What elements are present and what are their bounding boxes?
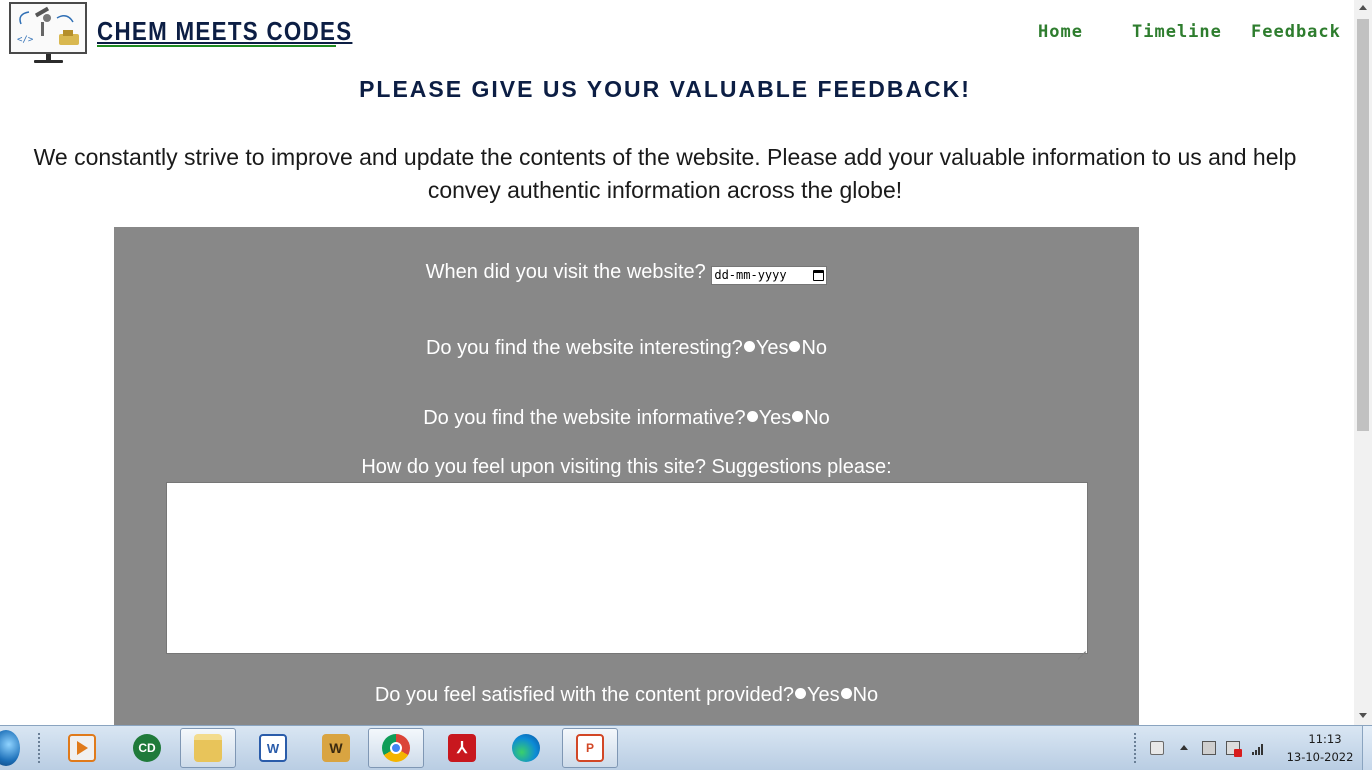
nav-feedback-link[interactable]: Feedback [1251,22,1341,42]
windows-taskbar: CD W W ⅄ P 11:13 13-10-2022 [0,725,1372,770]
logo-monitor-base [34,60,63,63]
intro-paragraph: We constantly strive to improve and upda… [33,144,1297,203]
visit-date-input[interactable]: dd-mm-yyyy [711,266,828,285]
browser-viewport: </> CHEM MEETS CODES Home Timeline Feedb… [0,0,1354,725]
speaker-muted-icon[interactable] [1226,741,1242,757]
resize-grip-icon[interactable] [1078,644,1086,652]
scroll-down-arrow-icon[interactable] [1359,713,1367,718]
acrobat-reader-icon[interactable]: ⅄ [434,728,490,768]
interesting-yes-label[interactable]: Yes [756,337,789,359]
informative-no-label[interactable]: No [804,407,830,429]
folder-icon [194,734,222,762]
satisfied-no-radio[interactable] [840,688,852,699]
site-logo[interactable]: </> [9,2,87,54]
site-title-link[interactable]: CHEM MEETS CODES [97,16,352,47]
feedback-form: When did you visit the website? dd-mm-yy… [114,227,1139,725]
interesting-no-radio[interactable] [789,341,801,352]
satisfied-label: Do you feel satisfied with the content p… [374,684,794,706]
tray-grip[interactable] [1133,732,1137,764]
media-player-glyph [68,734,96,762]
word-glyph: W [322,734,350,762]
signal-bars-icon[interactable] [1251,741,1265,755]
nav-home-link[interactable]: Home [1038,22,1083,42]
interesting-no-label[interactable]: No [801,337,827,359]
clock-date[interactable]: 13-10-2022 [1282,750,1358,764]
logo-illustration: </> [17,6,79,45]
chemdraw-glyph: CD [133,734,161,762]
visit-date-label: When did you visit the website? [425,261,706,283]
visit-date-row: When did you visit the website? dd-mm-yy… [114,261,1139,285]
interesting-yes-radio[interactable] [743,341,755,352]
interesting-row: Do you find the website interesting? Yes N… [114,337,1139,360]
edge-icon[interactable] [498,728,554,768]
satisfied-yes-radio[interactable] [794,688,806,699]
satisfied-row: Do you feel satisfied with the content p… [114,684,1139,707]
informative-no-radio[interactable] [792,411,804,422]
acrobat-glyph: ⅄ [448,734,476,762]
informative-label: Do you find the website informative? [423,407,746,429]
chemdraw-icon[interactable]: CD [119,728,175,768]
show-hidden-icons-icon[interactable] [1180,745,1188,750]
taskbar-grip[interactable] [37,732,41,764]
svg-text:</>: </> [17,35,34,45]
keyboard-icon[interactable] [1150,741,1164,755]
satisfied-no-label[interactable]: No [853,684,879,706]
word-2007-glyph: W [259,734,287,762]
show-desktop-button[interactable] [1362,726,1372,770]
informative-yes-label[interactable]: Yes [759,407,792,429]
word-icon[interactable]: W [308,728,364,768]
network-icon[interactable] [1202,741,1216,755]
interesting-label: Do you find the website interesting? [425,337,743,359]
suggestions-label: How do you feel upon visiting this site?… [361,456,892,478]
title-underline [97,45,336,47]
calendar-icon[interactable] [813,270,825,281]
scrollbar-thumb[interactable] [1357,19,1369,431]
informative-row: Do you find the website informative? Yes N… [114,407,1139,430]
chrome-glyph [382,734,410,762]
date-placeholder: dd-mm-yyyy [714,268,787,282]
file-explorer-icon[interactable] [180,728,236,768]
page-heading: PLEASE GIVE US YOUR VALUABLE FEEDBACK! [359,76,971,102]
nav-timeline-link[interactable]: Timeline [1132,22,1222,42]
informative-yes-radio[interactable] [746,411,758,422]
scroll-up-arrow-icon[interactable] [1359,5,1367,10]
powerpoint-icon[interactable]: P [562,728,618,768]
suggestions-textarea[interactable] [166,482,1088,654]
start-button[interactable] [0,730,20,766]
media-player-icon[interactable] [54,728,110,768]
clock-time[interactable]: 11:13 [1292,732,1358,746]
word-2007-icon[interactable]: W [245,728,301,768]
powerpoint-glyph: P [576,734,604,762]
satisfied-yes-label[interactable]: Yes [807,684,840,706]
edge-glyph [512,734,540,762]
vertical-scrollbar[interactable] [1354,0,1372,725]
chrome-icon[interactable] [368,728,424,768]
